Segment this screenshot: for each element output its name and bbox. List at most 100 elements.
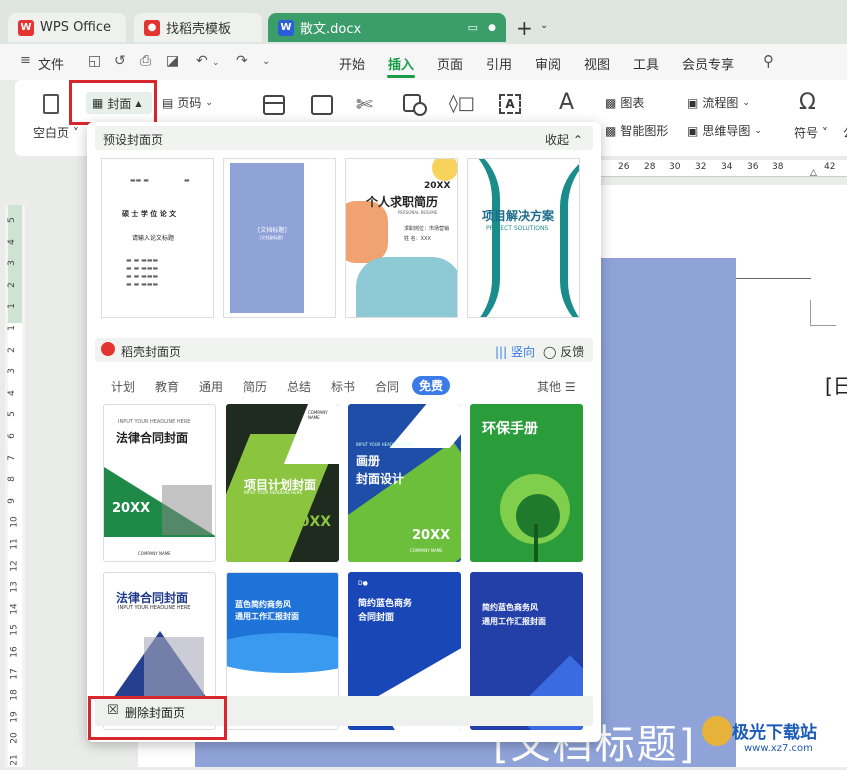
docer-cover-brochure[interactable]: INPUT YOUR HEADLINE HERE 画册 封面设计 20XX CO… xyxy=(348,404,461,562)
tab-list-chevron-icon[interactable]: ⌄ xyxy=(540,20,548,31)
hamburger-icon[interactable]: ≡ xyxy=(20,53,31,68)
smart-shape-button[interactable]: ▩ 智能图形 xyxy=(605,122,668,139)
textbox-icon[interactable]: A xyxy=(499,94,521,114)
category-bid[interactable]: 标书 xyxy=(331,378,355,395)
c3-title: 个人求职简历 xyxy=(366,195,439,209)
docer-title: 稻壳封面页 xyxy=(121,345,182,359)
teal-blob xyxy=(356,257,457,317)
d8-title1: 简约蓝色商务风 xyxy=(482,603,538,612)
picture-icon[interactable] xyxy=(311,95,333,115)
menu-row: ≡ 文件 ◱ ↺ ⎙ ◪ ↶ ⌄ ↷ ⌄ 开始 插入 页面 引用 审阅 视图 工… xyxy=(0,44,847,80)
category-education[interactable]: 教育 xyxy=(155,378,179,395)
d2-year: 20XX xyxy=(290,514,332,530)
chat-bubble-icon: ◯ xyxy=(543,345,557,359)
top-ruler: 26 28 30 32 34 36 38 △ 42 xyxy=(600,160,847,178)
category-other[interactable]: 其他 ☰ xyxy=(537,378,576,395)
category-contract[interactable]: 合同 xyxy=(375,378,399,395)
menu-tools[interactable]: 工具 xyxy=(633,54,659,73)
chart-button[interactable]: ▩ 图表 xyxy=(605,94,644,111)
teal-curve-left xyxy=(468,159,500,317)
preset-cover-resume[interactable]: 20XX 个人求职简历 PERSONAL RESUME 求职岗位：市场营销 姓 … xyxy=(345,158,458,318)
art-text-icon[interactable]: A xyxy=(559,90,574,115)
menu-start[interactable]: 开始 xyxy=(339,54,365,73)
menu-insert[interactable]: 插入 xyxy=(388,54,414,73)
table-icon[interactable] xyxy=(263,95,285,115)
docer-cover-eco-handbook[interactable]: 环保手册 xyxy=(470,404,583,562)
menu-file[interactable]: 文件 xyxy=(38,54,64,73)
formula-partial-icon[interactable]: 公 xyxy=(843,124,847,141)
blank-page-button[interactable]: 空白页 ˅ xyxy=(33,124,79,141)
mindmap-icon: ▣ xyxy=(687,123,699,138)
chevron-up-icon: ⌃ xyxy=(572,133,583,147)
list-icon: ☰ xyxy=(564,380,576,394)
ruler-tick: 3 xyxy=(6,368,17,375)
more-chevron-icon[interactable]: ⌄ xyxy=(262,56,270,67)
new-tab-plus-icon[interactable]: + xyxy=(516,16,533,40)
omega-icon[interactable]: Ω xyxy=(799,90,816,115)
print-icon[interactable]: ⎙ xyxy=(140,53,151,69)
mindmap-button[interactable]: ▣ 思维导图 ⌄ xyxy=(687,122,762,139)
feedback-button[interactable]: ◯ 反馈 xyxy=(543,343,584,360)
ruler-tick: 28 xyxy=(644,162,656,172)
symbol-label: 符号 xyxy=(794,126,819,140)
preset-cover-solutions[interactable]: 项目解决方案 PROJECT SOLUTIONS xyxy=(467,158,580,318)
thesis-label-a: ▬▬ ▬ xyxy=(130,177,149,184)
collapse-label: 收起 xyxy=(545,133,570,147)
active-menu-underline xyxy=(387,75,415,78)
tree-trunk xyxy=(534,524,538,562)
indent-marker-icon[interactable]: △ xyxy=(810,168,817,178)
ruler-tick: 42 xyxy=(824,162,836,172)
preset-title: 预设封面页 xyxy=(103,133,164,147)
thesis-fields: ▬ ▬ ▬▬▬ ▬ ▬ ▬▬▬ ▬ ▬ ▬▬▬ ▬ ▬ ▬▬▬ xyxy=(126,257,159,288)
save-icon[interactable]: ◱ xyxy=(88,53,101,69)
screenshot-icon[interactable]: ✄ xyxy=(356,92,373,116)
page-number-button[interactable]: ▤ 页码 ⌄ xyxy=(162,94,213,111)
docer-cover-project-plan[interactable]: COMPANY NAME 项目计划封面 INPUT YOUR HEADLINE … xyxy=(226,404,339,562)
menu-member[interactable]: 会员专享 xyxy=(682,54,734,73)
smart-shape-label: 智能图形 xyxy=(620,124,669,138)
menu-review[interactable]: 审阅 xyxy=(535,54,561,73)
ruler-tick: 10 xyxy=(9,516,20,529)
vertical-toggle[interactable]: ||| 竖向 xyxy=(495,343,535,360)
icons-library-icon[interactable]: ◊□ xyxy=(449,93,475,114)
category-plan[interactable]: 计划 xyxy=(111,378,135,395)
preset-cover-blue-block[interactable]: [文档标题] [文档副标题] xyxy=(223,158,336,318)
teal-curve-right xyxy=(560,159,579,317)
tab-document[interactable]: W 散文.docx ▭ ● xyxy=(268,13,506,42)
cover-dropdown-panel: 预设封面页 收起 ⌃ ▬▬ ▬ ▬ 硕 士 学 位 论 文 请输入论文标题 ▬ … xyxy=(87,122,601,742)
category-general[interactable]: 通用 xyxy=(199,378,223,395)
preset-cover-thesis[interactable]: ▬▬ ▬ ▬ 硕 士 学 位 论 文 请输入论文标题 ▬ ▬ ▬▬▬ ▬ ▬ ▬▬… xyxy=(101,158,214,318)
redo-icon[interactable]: ↷ xyxy=(236,53,248,69)
ruler-tick: 15 xyxy=(9,624,20,637)
undo-dropdown-icon[interactable]: ⌄ xyxy=(212,58,220,68)
menu-page[interactable]: 页面 xyxy=(437,54,463,73)
category-free[interactable]: 免费 xyxy=(412,376,451,395)
building-photo xyxy=(162,485,212,535)
word-doc-icon: W xyxy=(278,19,294,36)
d7-title2: 合同封面 xyxy=(358,613,395,623)
ruler-tick: 13 xyxy=(9,581,20,593)
search-icon[interactable]: ⚲ xyxy=(763,52,774,70)
d8-title2: 通用工作汇报封面 xyxy=(482,617,546,626)
doc-bracket-text[interactable]: [日 xyxy=(825,370,847,399)
symbol-button[interactable]: 符号 ˅ xyxy=(794,124,828,141)
menu-view[interactable]: 视图 xyxy=(584,54,610,73)
ruler-tick: 11 xyxy=(9,538,20,550)
export-icon[interactable]: ↺ xyxy=(114,53,126,69)
ruler-tick: 6 xyxy=(6,433,17,439)
print-preview-icon[interactable]: ◪ xyxy=(166,53,179,69)
category-summary[interactable]: 总结 xyxy=(287,378,311,395)
menu-reference[interactable]: 引用 xyxy=(486,54,512,73)
ruler-tick: 26 xyxy=(618,162,630,172)
tab-wps-office[interactable]: W WPS Office xyxy=(8,13,126,42)
category-resume[interactable]: 简历 xyxy=(243,378,267,395)
monitor-icon[interactable]: ▭ xyxy=(468,21,478,34)
ruler-tick: 2 xyxy=(6,346,17,353)
docer-cover-legal-green[interactable]: INPUT YOUR HEADLINE HERE 法律合同封面 20XX COM… xyxy=(103,404,216,562)
flowchart-button[interactable]: ▣ 流程图 ⌄ xyxy=(687,94,750,111)
tab-docer-templates[interactable]: ● 找稻壳模板 xyxy=(134,13,262,42)
blank-page-icon[interactable] xyxy=(43,94,59,114)
page-number-icon: ▤ xyxy=(162,95,174,110)
undo-icon[interactable]: ↶ xyxy=(196,53,208,69)
collapse-button[interactable]: 收起 ⌃ xyxy=(545,131,583,148)
